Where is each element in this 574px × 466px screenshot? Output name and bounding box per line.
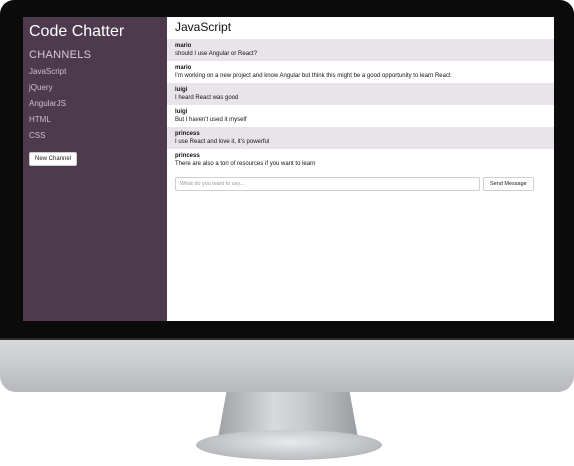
message-item: mario I'm working on a new project and k… bbox=[167, 61, 554, 83]
message-text: I heard React was good bbox=[175, 95, 239, 101]
channel-title: JavaScript bbox=[175, 20, 232, 34]
sidebar: Code Chatter CHANNELS JavaScript jQuery … bbox=[23, 17, 167, 321]
channel-item-jquery[interactable]: jQuery bbox=[29, 83, 167, 92]
message-item: princess There are also a ton of resourc… bbox=[167, 149, 554, 171]
message-author: luigi bbox=[175, 109, 188, 115]
message-author: princess bbox=[175, 153, 200, 159]
message-item: luigi I heard React was good bbox=[167, 83, 554, 105]
message-item: mario should I use Angular or React? bbox=[167, 39, 554, 61]
message-author: mario bbox=[175, 43, 192, 49]
channel-item-css[interactable]: CSS bbox=[29, 131, 167, 140]
channels-heading: CHANNELS bbox=[29, 49, 92, 61]
channel-item-html[interactable]: HTML bbox=[29, 115, 167, 124]
chat-main: JavaScript mario should I use Angular or… bbox=[167, 17, 554, 321]
message-input[interactable] bbox=[175, 177, 480, 191]
message-text: But I haven't used it myself bbox=[175, 117, 247, 123]
message-text: I use React and love it, it's powerful bbox=[175, 139, 270, 145]
message-author: mario bbox=[175, 65, 192, 71]
new-channel-button[interactable]: New Channel bbox=[29, 152, 78, 166]
message-author: princess bbox=[175, 131, 200, 137]
send-message-button[interactable]: Send Message bbox=[483, 177, 534, 191]
message-author: luigi bbox=[175, 87, 188, 93]
message-text: I'm working on a new project and know An… bbox=[175, 73, 451, 79]
message-item: princess I use React and love it, it's p… bbox=[167, 127, 554, 149]
channel-item-javascript[interactable]: JavaScript bbox=[29, 67, 167, 76]
monitor-bezel: Code Chatter CHANNELS JavaScript jQuery … bbox=[0, 0, 574, 340]
message-text: should I use Angular or React? bbox=[175, 51, 258, 57]
message-item: luigi But I haven't used it myself bbox=[167, 105, 554, 127]
message-text: There are also a ton of resources if you… bbox=[175, 161, 316, 167]
app-screen: Code Chatter CHANNELS JavaScript jQuery … bbox=[23, 17, 554, 321]
app-title: Code Chatter bbox=[29, 23, 125, 40]
channel-list: JavaScript jQuery AngularJS HTML CSS bbox=[29, 67, 167, 140]
message-list: mario should I use Angular or React? mar… bbox=[167, 39, 554, 171]
message-composer: Send Message bbox=[175, 177, 554, 191]
monitor-chin bbox=[0, 340, 574, 392]
channel-item-angularjs[interactable]: AngularJS bbox=[29, 99, 167, 108]
monitor-stand-base bbox=[196, 430, 382, 460]
